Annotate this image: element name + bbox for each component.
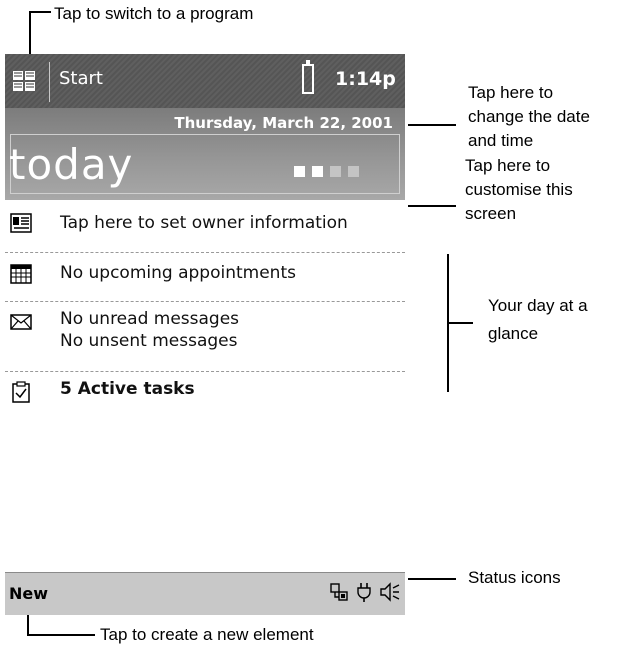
appointments-text: No upcoming appointments <box>60 263 296 283</box>
appointments-row[interactable]: No upcoming appointments <box>5 259 405 289</box>
new-button[interactable]: New <box>9 584 48 603</box>
callout-line-new-vertical <box>27 612 29 636</box>
unread-messages-text: No unread messages <box>60 309 240 329</box>
annotation-change-date-1: Tap here to <box>468 83 554 102</box>
annotation-customise-1: Tap here to <box>465 156 551 175</box>
annotation-change-date-2: change the date <box>468 107 590 126</box>
page-indicator-4 <box>348 166 359 177</box>
envelope-icon <box>10 314 32 335</box>
tasks-text: 5 Active tasks <box>60 379 195 399</box>
title-bar: Start 1:14p <box>5 54 405 108</box>
annotation-status-icons: Status icons <box>468 568 561 587</box>
annotation-customise-2: customise this <box>465 180 573 199</box>
clock[interactable]: 1:14p <box>335 68 396 90</box>
owner-info-text: Tap here to set owner information <box>60 213 348 233</box>
battery-icon <box>302 60 314 94</box>
tasks-row[interactable]: 5 Active tasks <box>5 377 405 407</box>
owner-info-row[interactable]: Tap here to set owner information <box>5 210 405 240</box>
callout-line-switch-horizontal <box>29 11 51 13</box>
annotation-change-date-3: and time <box>468 131 534 150</box>
annotation-glance-2: glance <box>488 324 539 343</box>
page-indicator-3 <box>330 166 341 177</box>
messages-row[interactable]: No unread messages No unsent messages <box>5 308 405 358</box>
callout-line-status <box>403 578 456 580</box>
speaker-icon[interactable] <box>379 581 401 608</box>
date-display[interactable]: Thursday, March 22, 2001 <box>174 114 393 132</box>
title-separator <box>49 62 50 102</box>
callout-line-new-horizontal <box>27 634 95 636</box>
divider <box>5 301 405 302</box>
calendar-icon <box>10 264 32 289</box>
annotation-switch-program: Tap to switch to a program <box>54 4 254 23</box>
today-title: today <box>9 140 134 189</box>
unsent-messages-text: No unsent messages <box>60 331 238 351</box>
plug-icon[interactable] <box>355 581 373 608</box>
page-indicator-2 <box>312 166 323 177</box>
callout-line-glance-horizontal <box>447 322 473 324</box>
contact-card-icon <box>10 213 32 238</box>
annotation-glance-1: Your day at a <box>488 296 588 315</box>
callout-line-switch-vertical <box>29 11 31 59</box>
annotation-customise-3: screen <box>465 204 517 223</box>
page-indicator-1 <box>294 166 305 177</box>
device-screen: Start 1:14p Thursday, March 22, 2001 tod… <box>5 54 408 615</box>
today-banner[interactable]: Thursday, March 22, 2001 today <box>5 108 405 200</box>
network-icon[interactable] <box>329 581 349 608</box>
windows-flag-icon[interactable] <box>11 69 37 93</box>
bottom-menu-bar: New <box>5 572 405 615</box>
divider <box>5 252 405 253</box>
annotation-create-new: Tap to create a new element <box>100 625 314 644</box>
clipboard-check-icon <box>10 381 32 408</box>
divider <box>5 371 405 372</box>
start-menu-button[interactable]: Start <box>59 68 103 89</box>
